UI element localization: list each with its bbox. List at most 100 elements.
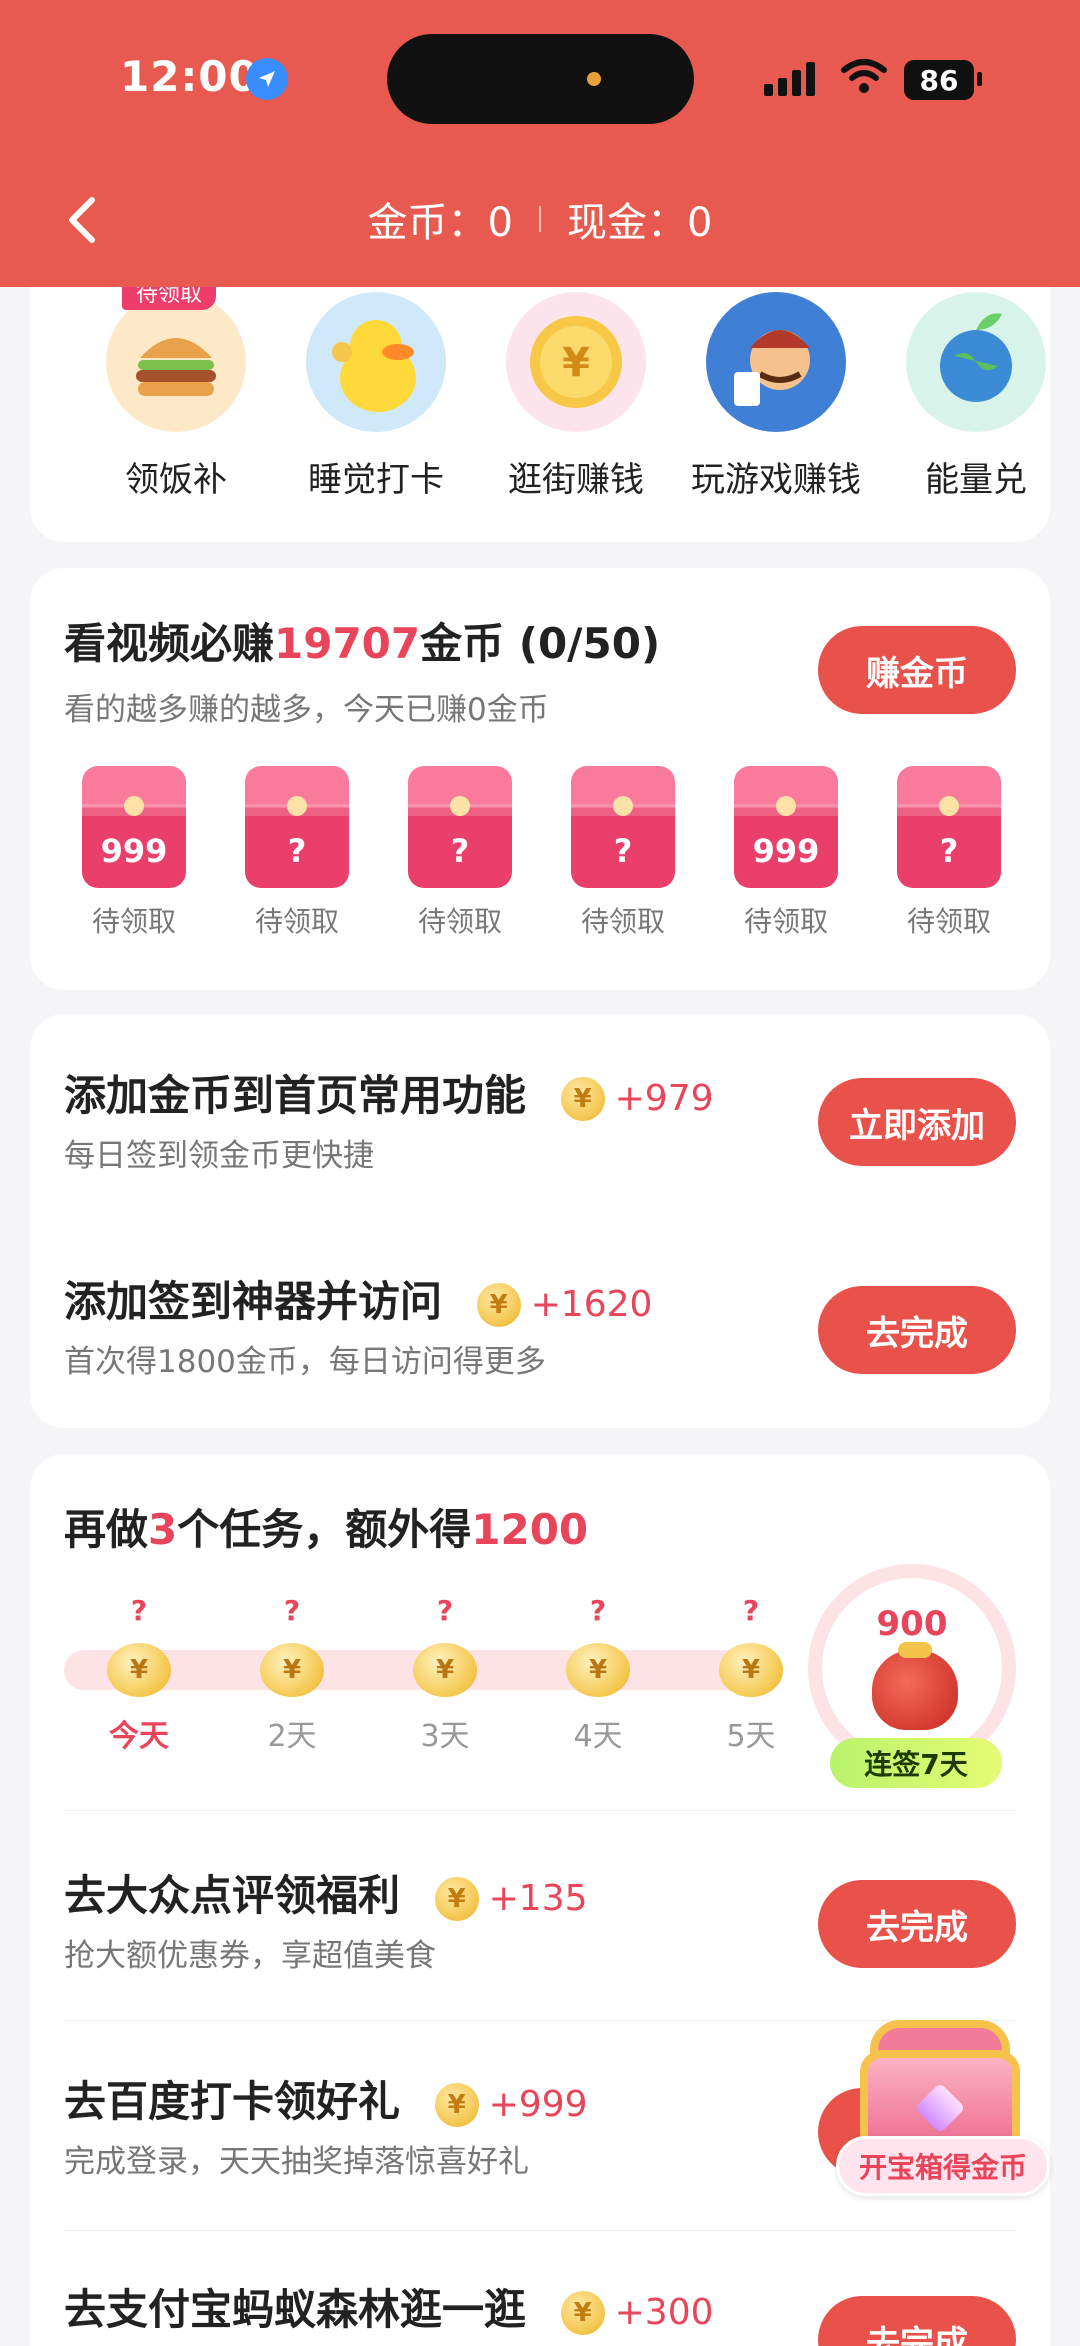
dynamic-island <box>387 34 694 124</box>
coin-stack-icon: ¥ <box>413 1643 477 1697</box>
coin-icon: ¥ <box>434 1876 479 1921</box>
earn-coins-button[interactable]: 赚金币 <box>818 626 1016 714</box>
video-card-title: 看视频必赚19707金币 (0/50) <box>64 610 660 671</box>
header: 12:00 86 金币：0 现金：0 <box>0 0 1080 287</box>
task-card: 添加金币到首页常用功能 ¥ +979 每日签到领金币更快捷 立即添加 添加签到神器… <box>30 1014 1050 1428</box>
lucky-bag-icon <box>872 1650 958 1730</box>
task-title-text: 添加签到神器并访问 <box>64 1277 443 1326</box>
red-envelope[interactable]: ? 待领取 <box>245 766 349 940</box>
yuan-coin-icon: ¥ <box>506 292 646 432</box>
red-envelope-icon: ? <box>897 766 1001 888</box>
coin-icon: ¥ <box>560 1076 605 1121</box>
red-envelope-icon: ? <box>408 766 512 888</box>
streak-day: ? ¥ 2天 <box>237 1594 347 1755</box>
go-complete-button[interactable]: 去完成 <box>818 1286 1016 1374</box>
burger-icon <box>106 292 246 432</box>
coin-icon: ¥ <box>560 2290 605 2335</box>
video-card-subtitle: 看的越多赚的越多，今天已赚0金币 <box>64 692 549 728</box>
red-envelope-icon: ? <box>245 766 349 888</box>
title-text: 金币 (0/50) <box>420 619 661 668</box>
envelope-value: 999 <box>100 832 168 870</box>
shortcut-card: 领饭补 睡觉打卡 ¥ 逛街赚钱 玩游戏赚钱 能量兑 <box>30 270 1050 542</box>
location-arrow-icon <box>246 58 288 100</box>
go-complete-button[interactable]: 去完成 <box>818 2296 1016 2346</box>
shortcut-shopping-earn[interactable]: ¥ 逛街赚钱 <box>476 292 676 501</box>
duck-icon <box>306 292 446 432</box>
shortcut-label: 玩游戏赚钱 <box>691 460 861 500</box>
task-title: 去百度打卡领好礼 ¥ +999 <box>64 2068 588 2129</box>
day-reward-unknown: ? <box>742 1594 760 1627</box>
envelope-label: 待领取 <box>254 905 339 938</box>
streak-title: 再做3个任务，额外得1200 <box>64 1496 588 1557</box>
task-title: 添加签到神器并访问 ¥ +1620 <box>64 1268 652 1329</box>
task-reward: +135 <box>488 1878 588 1919</box>
shortcut-energy-exchange[interactable]: 能量兑 <box>876 292 1050 501</box>
red-envelope[interactable]: ? 待领取 <box>571 766 675 940</box>
envelope-label: 待领取 <box>906 905 991 938</box>
coin-stack-icon: ¥ <box>107 1643 171 1697</box>
add-now-button[interactable]: 立即添加 <box>818 1078 1016 1166</box>
task-title: 去大众点评领福利 ¥ +135 <box>64 1862 588 1923</box>
task-title-text: 去大众点评领福利 <box>64 1871 401 1920</box>
shortcut-sleep-checkin[interactable]: 睡觉打卡 <box>276 292 476 501</box>
red-envelope[interactable]: 999 待领取 <box>734 766 838 940</box>
coin-stack-icon: ¥ <box>719 1643 783 1697</box>
title-number: 3 <box>148 1505 178 1554</box>
shortcut-label: 逛街赚钱 <box>508 460 644 500</box>
task-subtitle: 抢大额优惠券，享超值美食 <box>64 1938 436 1974</box>
battery-icon: 86 <box>904 60 974 100</box>
coin-icon: ¥ <box>476 1282 521 1327</box>
streak-day: ? ¥ 4天 <box>543 1594 653 1755</box>
lucky-bag-tie <box>898 1642 932 1658</box>
red-envelope-icon: ? <box>571 766 675 888</box>
day-reward-unknown: ? <box>283 1594 301 1627</box>
shortcut-label: 领饭补 <box>125 460 227 500</box>
title-text: 再做 <box>64 1505 149 1554</box>
game-character-icon <box>706 292 846 432</box>
coin-icon: ¥ <box>434 2082 479 2127</box>
task-subtitle: 完成登录，天天抽奖掉落惊喜好礼 <box>64 2144 529 2180</box>
red-envelope-icon: 999 <box>734 766 838 888</box>
task-title: 添加金币到首页常用功能 ¥ +979 <box>64 1062 714 1123</box>
task-title-text: 添加金币到首页常用功能 <box>64 1071 527 1120</box>
red-envelope[interactable]: ? 待领取 <box>408 766 512 940</box>
shortcut-meal-allowance[interactable]: 领饭补 <box>76 292 276 501</box>
divider <box>64 2230 1016 2231</box>
red-envelope[interactable]: 999 待领取 <box>82 766 186 940</box>
day-label: 5天 <box>726 1719 776 1754</box>
watch-video-card: 看视频必赚19707金币 (0/50) 看的越多赚的越多，今天已赚0金币 赚金币… <box>30 568 1050 990</box>
envelope-value: ? <box>939 832 959 870</box>
task-subtitle: 每日签到领金币更快捷 <box>64 1138 374 1174</box>
envelope-value: ? <box>287 832 307 870</box>
shortcut-game-earn[interactable]: 玩游戏赚钱 <box>676 292 876 501</box>
balance-bar: 金币：0 现金：0 <box>0 190 1080 248</box>
envelope-value: ? <box>613 832 633 870</box>
day-reward-unknown: ? <box>436 1594 454 1627</box>
envelope-value: ? <box>450 832 470 870</box>
svg-text:¥: ¥ <box>562 340 590 386</box>
task-reward: +1620 <box>530 1284 653 1325</box>
streak-task-card: 再做3个任务，额外得1200 ? ¥ 今天 ? ¥ 2天 ? ¥ 3天 ? ¥ … <box>30 1454 1050 2346</box>
day-label: 3天 <box>420 1719 470 1754</box>
streak-day: ? ¥ 今天 <box>84 1594 194 1755</box>
earth-icon <box>906 292 1046 432</box>
day-reward-unknown: ? <box>130 1594 148 1627</box>
task-reward: +999 <box>488 2084 588 2125</box>
day-reward-unknown: ? <box>589 1594 607 1627</box>
divider <box>64 1810 1016 1811</box>
open-chest-button[interactable]: 开宝箱得金币 <box>836 2136 1050 2196</box>
cash-balance: 现金：0 <box>567 200 713 246</box>
streak-day: ? ¥ 3天 <box>390 1594 500 1755</box>
title-reward: 1200 <box>471 1505 589 1554</box>
task-reward: +300 <box>614 2292 714 2333</box>
coin-stack-icon: ¥ <box>260 1643 324 1697</box>
go-complete-button[interactable]: 去完成 <box>818 1880 1016 1968</box>
envelope-label: 待领取 <box>580 905 665 938</box>
envelope-label: 待领取 <box>417 905 502 938</box>
red-envelope[interactable]: ? 待领取 <box>897 766 1001 940</box>
shortcut-label: 睡觉打卡 <box>308 460 444 500</box>
battery-cap <box>977 72 982 86</box>
day-label: 2天 <box>267 1719 317 1754</box>
red-envelope-icon: 999 <box>82 766 186 888</box>
title-number: 19707 <box>274 619 421 668</box>
